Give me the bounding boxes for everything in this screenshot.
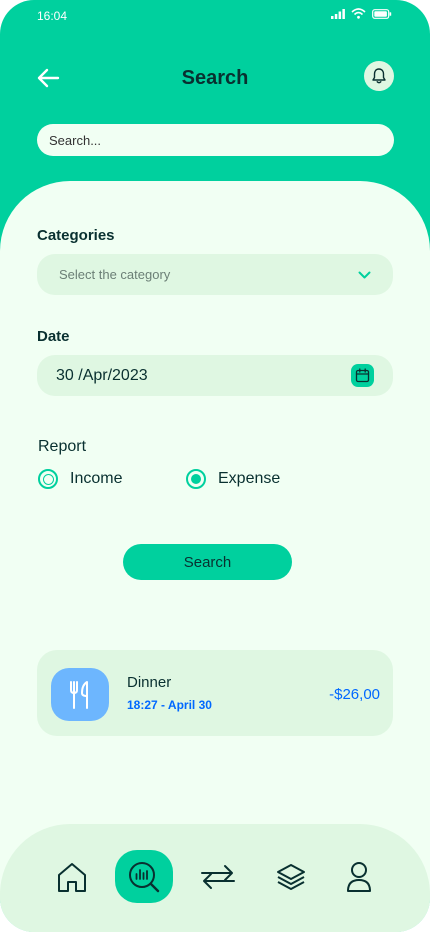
notifications-button[interactable] xyxy=(364,61,394,91)
report-label: Report xyxy=(38,438,87,455)
home-icon xyxy=(58,862,86,892)
bottom-nav xyxy=(0,824,430,932)
nav-home[interactable] xyxy=(43,850,101,903)
radio-income-label: Income xyxy=(70,470,123,487)
radio-income[interactable]: Income xyxy=(38,469,122,489)
chevron-down-icon xyxy=(358,271,371,278)
bell-icon xyxy=(372,68,386,84)
transfer-icon xyxy=(201,864,235,889)
transaction-item[interactable]: Dinner 18:27 - April 30 -$26,00 xyxy=(37,650,393,736)
analysis-icon xyxy=(129,861,160,892)
status-icons xyxy=(331,8,392,19)
date-field[interactable]: 30 /Apr/2023 xyxy=(37,355,393,396)
search-button[interactable]: Search xyxy=(123,544,292,580)
radio-income-indicator xyxy=(38,469,58,489)
nav-transfer[interactable] xyxy=(189,850,247,903)
nav-layers[interactable] xyxy=(262,850,320,903)
nav-analysis[interactable] xyxy=(115,850,173,903)
transaction-amount: -$26,00 xyxy=(329,686,380,703)
nav-profile[interactable] xyxy=(330,850,388,903)
battery-icon xyxy=(372,8,392,19)
layers-icon xyxy=(277,863,305,890)
date-label: Date xyxy=(37,328,70,345)
radio-expense-label: Expense xyxy=(218,470,281,487)
profile-icon xyxy=(347,861,371,892)
phone-screen: 16:04 Search Categories Select the categ… xyxy=(0,0,430,932)
wifi-icon xyxy=(351,8,366,19)
status-time: 16:04 xyxy=(37,9,68,23)
transaction-meta: 18:27 - April 30 xyxy=(127,698,212,712)
status-bar: 16:04 xyxy=(0,0,430,30)
radio-expense-indicator xyxy=(186,469,206,489)
search-input[interactable] xyxy=(37,124,394,156)
cutlery-icon xyxy=(51,668,109,721)
calendar-button[interactable] xyxy=(351,364,374,387)
calendar-icon xyxy=(355,368,370,383)
radio-expense[interactable]: Expense xyxy=(186,469,280,489)
date-value: 30 /Apr/2023 xyxy=(56,366,148,384)
category-select-placeholder: Select the category xyxy=(59,267,171,282)
category-select[interactable]: Select the category xyxy=(37,254,393,295)
signal-icon xyxy=(331,8,345,19)
categories-label: Categories xyxy=(37,227,115,244)
transaction-title: Dinner xyxy=(127,674,172,691)
